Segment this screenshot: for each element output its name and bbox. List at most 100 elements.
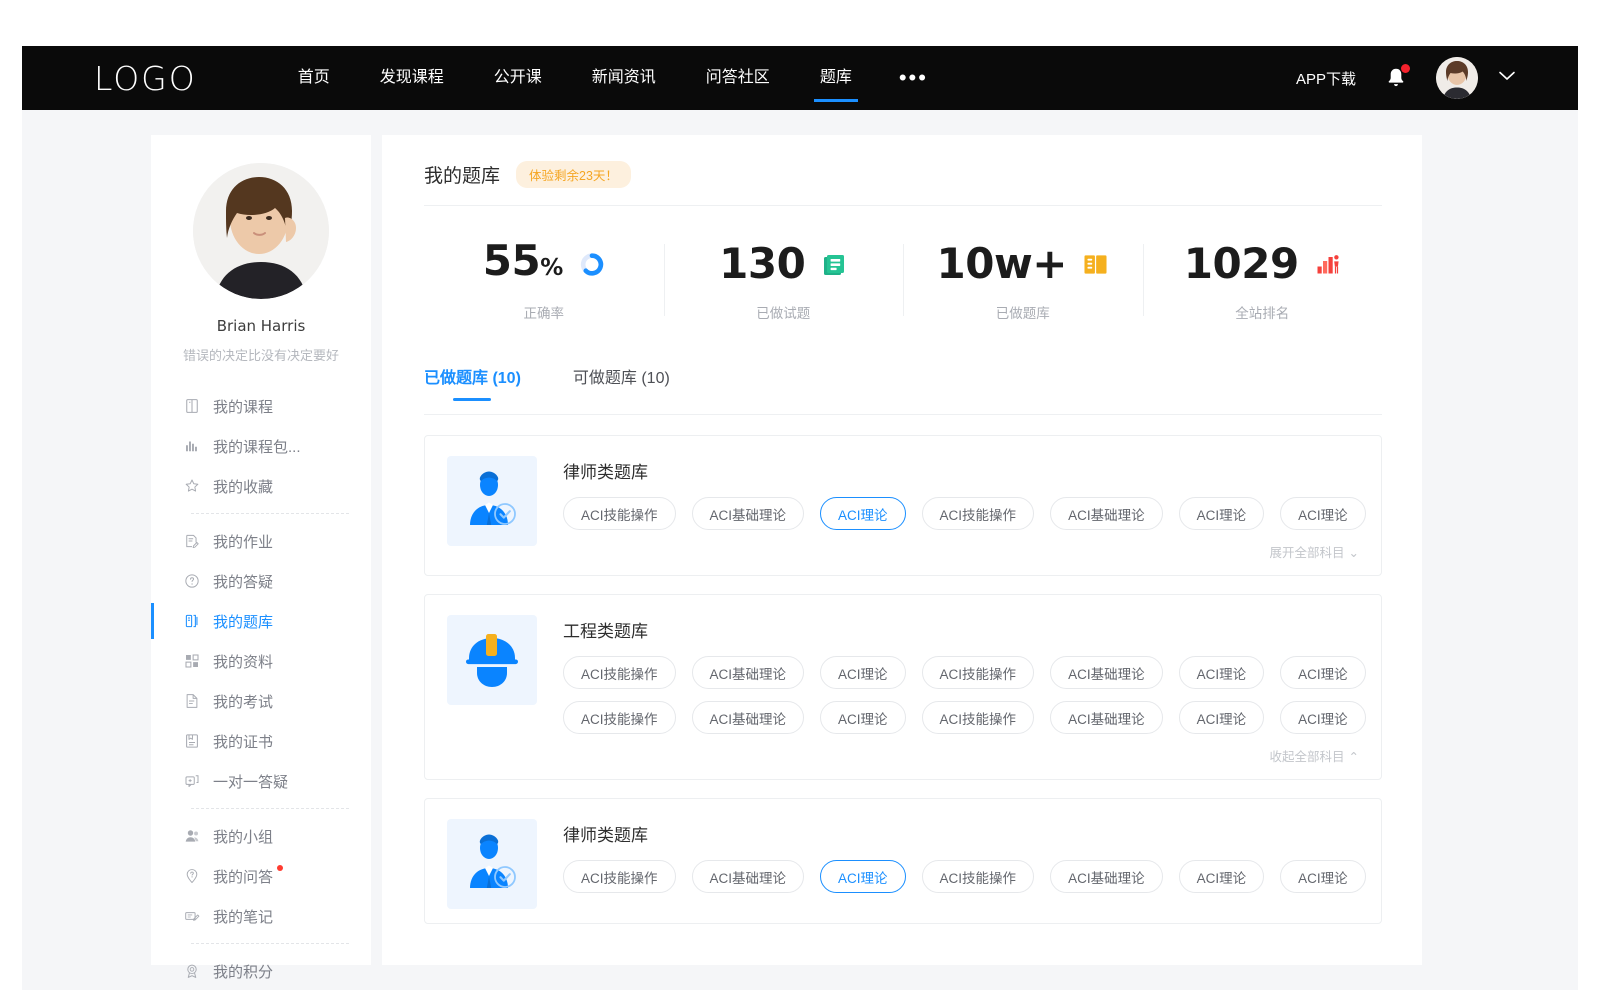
nav-item-label: 新闻资讯 (592, 69, 656, 86)
subject-tag[interactable]: ACI理论 (820, 497, 906, 530)
sidebar-item-0[interactable]: 我的课程 (151, 386, 371, 426)
sidebar-item-label: 我的题库 (213, 611, 273, 632)
stats-row: 55% 正确率130 已做试题10w+ 已做题库1029 全站排名 (424, 222, 1382, 342)
nav-item-1[interactable]: 发现课程 (355, 46, 469, 110)
subject-tag[interactable]: ACI理论 (1179, 656, 1265, 689)
star-icon (183, 477, 201, 495)
tab-0[interactable]: 已做题库 (10) (424, 364, 521, 400)
nav-item-label: 题库 (820, 69, 852, 86)
subject-tag[interactable]: ACI技能操作 (922, 701, 1035, 734)
sidebar-item-label: 我的课程 (213, 396, 273, 417)
sidebar-item-8[interactable]: 我的考试 (151, 681, 371, 721)
subject-tag[interactable]: ACI技能操作 (563, 860, 676, 893)
subject-tag[interactable]: ACI基础理论 (1050, 860, 1163, 893)
subject-tag[interactable]: ACI基础理论 (1050, 701, 1163, 734)
subject-tag[interactable]: ACI基础理论 (1050, 497, 1163, 530)
subject-tag[interactable]: ACI理论 (820, 701, 906, 734)
nav-item-label: 首页 (298, 69, 330, 86)
notification-badge-dot (1401, 64, 1410, 73)
sidebar-item-7[interactable]: 我的资料 (151, 641, 371, 681)
stat-card-1: 130 已做试题 (664, 222, 904, 342)
chevron-down-icon[interactable] (1498, 69, 1516, 87)
tab-1[interactable]: 可做题库 (10) (573, 364, 670, 400)
subject-tag[interactable]: ACI理论 (1280, 860, 1366, 893)
stat-label: 全站排名 (1143, 302, 1383, 322)
profile-avatar[interactable] (193, 163, 329, 299)
nav-item-5[interactable]: 题库 (795, 46, 877, 110)
stat-value: 10w+ (937, 242, 1067, 286)
sidebar-item-13[interactable]: 我的问答 (151, 856, 371, 896)
sidebar-item-label: 我的笔记 (213, 906, 273, 927)
subject-tag[interactable]: ACI技能操作 (563, 497, 676, 530)
expand-subjects-toggle[interactable]: 收起全部科目⌃ (563, 746, 1359, 765)
sidebar-item-12[interactable]: 我的小组 (151, 816, 371, 856)
sidebar-item-16[interactable]: 我的积分 (151, 951, 371, 990)
subject-tag[interactable]: ACI理论 (1280, 656, 1366, 689)
sidebar-item-label: 我的答疑 (213, 571, 273, 592)
subject-tag[interactable]: ACI技能操作 (922, 860, 1035, 893)
question-bank-list: 律师类题库ACI技能操作ACI基础理论ACI理论ACI技能操作ACI基础理论AC… (424, 435, 1382, 924)
sidebar-item-2[interactable]: 我的收藏 (151, 466, 371, 506)
sidebar-item-10[interactable]: 一对一答疑 (151, 761, 371, 801)
subject-tag[interactable]: ACI基础理论 (692, 701, 805, 734)
expand-subjects-toggle[interactable]: 展开全部科目⌄ (563, 542, 1359, 561)
nav-item-3[interactable]: 新闻资讯 (567, 46, 681, 110)
stat-value: 130 (719, 242, 805, 286)
sidebar-item-label: 我的积分 (213, 961, 273, 982)
card-title: 律师类题库 (563, 458, 1359, 483)
stat-value: 55% (483, 239, 563, 290)
sidebar-item-5[interactable]: 我的答疑 (151, 561, 371, 601)
subject-tag[interactable]: ACI基础理论 (692, 497, 805, 530)
avatar[interactable] (1436, 57, 1478, 99)
material-icon (183, 652, 201, 670)
card-body: 律师类题库 ACI技能操作 ACI基础理论 ACI理论 ACI技能操作 ACI基础理论 AC… (563, 456, 1359, 561)
subject-tag[interactable]: ACI理论 (1179, 497, 1265, 530)
subject-tag[interactable]: ACI基础理论 (1050, 656, 1163, 689)
app-root: LOGO 首页 发现课程公开课 新闻资讯 问答社区 题库 ••• APP下载 (0, 0, 1600, 990)
sidebar-item-4[interactable]: 我的作业 (151, 521, 371, 561)
subject-tag[interactable]: ACI理论 (1179, 860, 1265, 893)
sidebar-item-6[interactable]: 我的题库 (151, 601, 371, 641)
sidebar-menu: 我的课程我的课程包...我的收藏我的作业我的答疑我的题库我的资料我的考试我的证书… (151, 386, 371, 990)
subject-tag[interactable]: ACI技能操作 (922, 497, 1035, 530)
tab-bar: 已做题库 (10) 可做题库 (10) (424, 364, 1382, 415)
subject-tag[interactable]: ACI理论 (820, 860, 906, 893)
sidebar-item-label: 我的问答 (213, 866, 273, 887)
subject-tag[interactable]: ACI理论 (1280, 497, 1366, 530)
ellipsis-icon[interactable]: ••• (877, 46, 950, 110)
subject-tag[interactable]: ACI技能操作 (922, 656, 1035, 689)
sidebar-divider (191, 943, 349, 944)
sidebar-item-1[interactable]: 我的课程包... (151, 426, 371, 466)
subject-tag[interactable]: ACI技能操作 (563, 701, 676, 734)
sidebar-item-label: 我的资料 (213, 651, 273, 672)
question-circle-icon (183, 572, 201, 590)
stat-card-2: 10w+ 已做题库 (903, 222, 1143, 342)
subject-tag[interactable]: ACI基础理论 (692, 656, 805, 689)
sidebar-item-label: 一对一答疑 (213, 771, 288, 792)
sidebar-divider (191, 513, 349, 514)
orange-book-icon (1083, 251, 1109, 277)
subject-tag[interactable]: ACI理论 (1280, 701, 1366, 734)
page-header: 我的题库 体验剩余23天！ (424, 161, 1382, 206)
nav-item-2[interactable]: 公开课 (469, 46, 567, 110)
question-bank-card[interactable]: 律师类题库 ACI技能操作 ACI基础理论 ACI理论 ACI技能操作 ACI基础理论 AC… (424, 435, 1382, 576)
qa-pin-icon (183, 867, 201, 885)
chevron-down-icon: ⌄ (1349, 546, 1359, 560)
subject-tag[interactable]: ACI基础理论 (692, 860, 805, 893)
app-download-link[interactable]: APP下载 (1296, 68, 1356, 89)
site-logo[interactable]: LOGO (94, 59, 197, 98)
lawyer-avatar-icon (447, 456, 537, 546)
bell-icon[interactable] (1384, 65, 1408, 91)
bar-chart-icon (183, 437, 201, 455)
sidebar-item-14[interactable]: 我的笔记 (151, 896, 371, 936)
sidebar-item-9[interactable]: 我的证书 (151, 721, 371, 761)
subject-tag-rows: ACI技能操作 ACI基础理论 ACI理论 ACI技能操作 ACI基础理论 ACI理论 AC… (563, 656, 1359, 734)
nav-item-0[interactable]: 首页 (273, 46, 355, 110)
subject-tag[interactable]: ACI理论 (820, 656, 906, 689)
subject-tag[interactable]: ACI技能操作 (563, 656, 676, 689)
question-bank-card[interactable]: 工程类题库ACI技能操作ACI基础理论ACI理论ACI技能操作ACI基础理论AC… (424, 594, 1382, 780)
sidebar-item-label: 我的证书 (213, 731, 273, 752)
question-bank-card[interactable]: 律师类题库ACI技能操作ACI基础理论ACI理论ACI技能操作ACI基础理论AC… (424, 798, 1382, 924)
nav-item-4[interactable]: 问答社区 (681, 46, 795, 110)
subject-tag[interactable]: ACI理论 (1179, 701, 1265, 734)
